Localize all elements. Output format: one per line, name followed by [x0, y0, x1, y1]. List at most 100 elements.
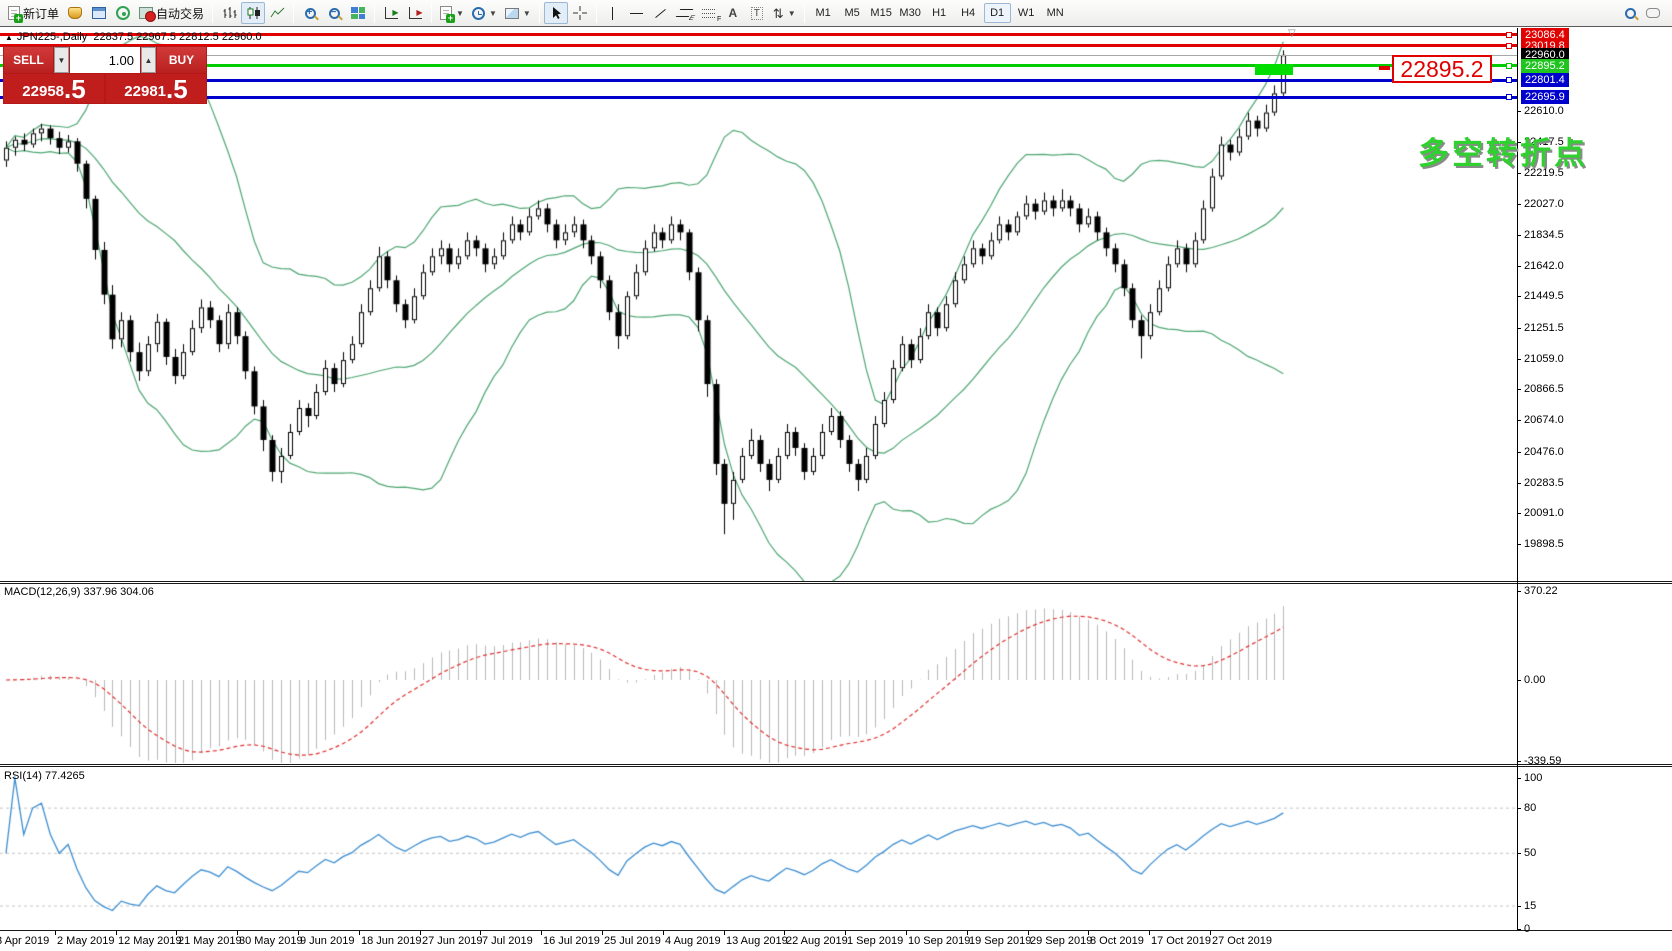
sell-price-frac: .5	[64, 77, 86, 101]
signals-button[interactable]	[111, 2, 135, 24]
timeframe-button-m15[interactable]: M15	[868, 3, 895, 23]
channel-icon: E	[676, 9, 694, 17]
tile-windows-button[interactable]	[346, 2, 370, 24]
axis-tick	[1517, 778, 1521, 779]
axis-tick	[1517, 328, 1521, 329]
navigator-button[interactable]	[87, 2, 111, 24]
market-watch-button[interactable]	[63, 2, 87, 24]
price-axis-label: 21251.5	[1524, 322, 1564, 334]
horizontal-line-23019.8[interactable]	[0, 44, 1517, 47]
timeframe-button-mn[interactable]: MN	[1042, 3, 1069, 23]
date-axis-label: 27 Jun 2019	[422, 935, 483, 947]
timeframe-button-w1[interactable]: W1	[1013, 3, 1040, 23]
collapse-icon[interactable]: ▲	[5, 33, 13, 42]
chat-icon[interactable]	[1646, 8, 1660, 18]
chart-shift-marker-icon[interactable]: ▽	[1288, 28, 1296, 39]
fibonacci-button[interactable]: F	[697, 2, 721, 24]
text-button[interactable]: A	[721, 2, 745, 24]
buy-button[interactable]: BUY	[157, 47, 206, 73]
horizontal-line-22960[interactable]	[0, 55, 1517, 56]
zoom-in-button[interactable]: +	[298, 2, 322, 24]
price-axis-label: 20674.0	[1524, 414, 1564, 426]
price-axis-label: 20866.5	[1524, 383, 1564, 395]
price-callout-box[interactable]: 22895.2	[1392, 55, 1492, 83]
axis-tick	[1517, 420, 1521, 421]
zoom-in-icon: +	[305, 8, 316, 19]
date-axis-label: 13 Aug 2019	[726, 935, 788, 947]
zoom-out-button[interactable]: −	[322, 2, 346, 24]
toolbar-separator	[212, 3, 213, 23]
date-tick	[541, 931, 542, 935]
timeframe-button-m1[interactable]: M1	[810, 3, 837, 23]
axis-tick	[1517, 906, 1521, 907]
sell-button[interactable]: SELL	[4, 47, 53, 73]
trendline-button[interactable]	[649, 2, 673, 24]
date-tick	[967, 931, 968, 935]
template-icon	[505, 8, 519, 19]
line-chart-button[interactable]	[265, 2, 289, 24]
vertical-line-button[interactable]	[601, 2, 625, 24]
price-axis-label: 19898.5	[1524, 538, 1564, 550]
timeframe-button-m5[interactable]: M5	[839, 3, 866, 23]
horizontal-line-button[interactable]	[625, 2, 649, 24]
text-label-button[interactable]: T	[745, 2, 769, 24]
crosshair-button[interactable]	[568, 2, 592, 24]
date-tick	[1028, 931, 1029, 935]
panel-divider[interactable]	[0, 583, 1672, 584]
price-chart-canvas[interactable]	[0, 28, 1517, 581]
indicators-button[interactable]: + ▼	[436, 2, 468, 24]
timeframe-button-m30[interactable]: M30	[897, 3, 924, 23]
channel-button[interactable]: E	[673, 2, 697, 24]
rsi-axis-label: 100	[1524, 772, 1542, 784]
chinese-note-text[interactable]: 多空转折点	[1418, 128, 1588, 173]
search-icon[interactable]	[1625, 8, 1636, 19]
autotrading-icon	[139, 7, 153, 19]
rsi-axis-label: 0	[1524, 923, 1530, 935]
auto-scroll-button[interactable]: ▶	[379, 2, 403, 24]
rsi-axis-label: 15	[1524, 900, 1536, 912]
axis-tick	[1517, 359, 1521, 360]
timeframe-button-h1[interactable]: H1	[926, 3, 953, 23]
volume-input[interactable]: 1.00	[70, 47, 140, 73]
timeframe-button-h4[interactable]: H4	[955, 3, 982, 23]
panel-divider[interactable]	[0, 764, 1672, 765]
main-toolbar: + 新订单 自动交易 + − ▶ ▶	[0, 0, 1672, 27]
cursor-button[interactable]	[544, 2, 568, 24]
line-end-marker	[1506, 94, 1512, 100]
timeframe-button-d1[interactable]: D1	[984, 3, 1011, 23]
rsi-panel-canvas[interactable]	[0, 767, 1517, 930]
highlight-zone-rectangle[interactable]	[1255, 64, 1293, 75]
trendline-icon	[655, 8, 666, 17]
line-end-marker	[1506, 77, 1512, 83]
panel-divider[interactable]	[0, 581, 1672, 582]
axis-tick	[1517, 853, 1521, 854]
axis-tick	[1517, 680, 1521, 681]
candlestick-chart-button[interactable]	[241, 2, 265, 24]
horizontal-line-22801.4[interactable]	[0, 79, 1517, 82]
horizontal-line-22695.9[interactable]	[0, 96, 1517, 99]
arrows-button[interactable]: ⇅ ▼	[769, 2, 800, 24]
macd-axis-label: 370.22	[1524, 585, 1558, 597]
templates-button[interactable]: ▼	[501, 2, 535, 24]
fibonacci-icon: F	[702, 9, 715, 18]
price-badge-22801.4: 22801.4	[1521, 73, 1569, 87]
bar-chart-button[interactable]	[217, 2, 241, 24]
buy-price-display[interactable]: 22981.5	[106, 74, 206, 103]
date-axis-label: 17 Oct 2019	[1151, 935, 1211, 947]
axis-tick	[1517, 513, 1521, 514]
date-tick	[784, 931, 785, 935]
symbol-period-label: JPN225-,Daily	[17, 31, 87, 43]
macd-panel-canvas[interactable]	[0, 583, 1517, 763]
periods-button[interactable]: ▼	[468, 2, 501, 24]
volume-up-button[interactable]: ▲	[141, 47, 156, 73]
volume-down-button[interactable]: ▼	[54, 47, 69, 73]
panel-divider[interactable]	[0, 766, 1672, 767]
timeframe-group: M1M5M15M30H1H4D1W1MN	[809, 3, 1070, 23]
axis-tick	[1517, 929, 1521, 930]
sell-price-display[interactable]: 22958.5	[4, 74, 104, 103]
new-order-button[interactable]: + 新订单	[4, 2, 63, 24]
chart-shift-button[interactable]: ▶	[403, 2, 427, 24]
date-tick	[237, 931, 238, 935]
date-tick	[480, 931, 481, 935]
autotrading-button[interactable]: 自动交易	[135, 2, 208, 24]
